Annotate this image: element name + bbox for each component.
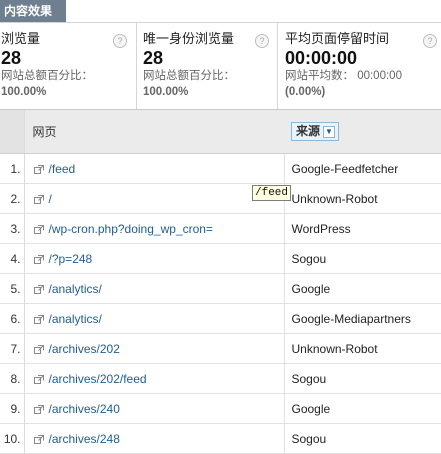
metric-sub-label: 网站平均数： 00:00:00 [285,70,402,82]
page-link[interactable]: /archives/240 [49,402,120,416]
metric-sub-label: 网站总额百分比： [143,70,235,82]
external-link-icon[interactable] [33,224,44,234]
source-cell: Google [284,393,441,424]
row-index: 8. [0,363,25,394]
external-link-icon[interactable] [33,194,44,204]
page-link[interactable]: /feed [49,162,76,176]
row-index: 3. [0,213,25,244]
tab-content-performance[interactable]: 内容效果 [0,0,66,22]
metric-sub-value: 100.00% [1,86,47,98]
external-link-icon[interactable] [33,374,44,384]
help-icon[interactable]: ? [423,34,437,48]
row-index: 9. [0,393,25,424]
page-cell: /wp-cron.php?doing_wp_cron= [24,213,285,244]
external-link-icon[interactable] [33,434,44,444]
source-cell: Google [284,273,441,304]
row-index: 4. [0,243,25,274]
table-body: 1./feed Google-Feedfetcher 2. / Unknown-Robo… [0,153,441,454]
header-source: 来源 ▼ [284,110,441,154]
metric-sub-label: 网站总额百分比： [1,70,93,82]
source-cell: WordPress [284,213,441,244]
table-row: 3. /wp-cron.php?doing_wp_cron= WordPress [0,213,441,244]
source-cell: Sogou [284,423,441,454]
page-cell: /archives/202/feed [24,363,285,394]
top-bar: 内容效果 [0,0,441,23]
external-link-icon[interactable] [33,254,44,264]
source-cell: Sogou [284,363,441,394]
metric-sub-value: 100.00% [143,86,189,98]
table-row: 4. /?p=248 Sogou [0,243,441,274]
metric-sub-value: (0.00%) [285,86,326,98]
row-index: 2. [0,183,25,214]
metric-title: 平均页面停留时间 [285,31,390,46]
page-cell: /feed [24,153,285,184]
page-link[interactable]: /wp-cron.php?doing_wp_cron= [49,222,213,236]
external-link-icon[interactable] [33,314,44,324]
header-page[interactable]: 网页 [24,110,284,154]
help-icon[interactable]: ? [255,34,269,48]
page-link[interactable]: /archives/202 [49,342,120,356]
source-cell: Google-Feedfetcher [284,153,441,184]
row-index: 1. [0,153,25,184]
source-cell: Unknown-Robot [284,333,441,364]
table-row: 8. /archives/202/feed Sogou [0,363,441,394]
table-row: 1. /feed Google-Feedfetcher [0,153,441,184]
page-cell: /analytics/ [24,273,285,304]
source-cell: Unknown-Robot [284,183,441,214]
metric-value: 28 [1,48,22,68]
chevron-down-icon[interactable]: ▼ [323,126,336,138]
page-cell: /archives/202 [24,333,285,364]
metric-avg-time-on-page: 平均页面停留时间 00:00:00 网站平均数： 00:00:00 (0.00%… [278,23,441,109]
page-cell: /?p=248 [24,243,285,274]
row-index: 10. [0,423,25,454]
page-link[interactable]: /archives/248 [49,432,120,446]
source-dimension-button[interactable]: 来源 ▼ [291,122,340,141]
table-row: 5. /analytics/Google [0,273,441,304]
row-index: 6. [0,303,25,334]
source-cell: Sogou [284,243,441,274]
table-row: 10. /archives/248 Sogou [0,423,441,454]
table-row: 9. /archives/240 Google [0,393,441,424]
source-label: 来源 [296,124,321,138]
help-icon[interactable]: ? [113,34,127,48]
tooltip: /feed [252,185,292,201]
page-link[interactable]: /analytics/ [49,312,102,326]
metric-value: 28 [143,48,164,68]
metrics-summary: 浏览量 28 网站总额百分比： 100.00% ? 唯一身份浏览量 28 网站总… [0,23,441,110]
header-index-cell [0,110,25,154]
table-row: 2. / Unknown-Robot [0,183,441,214]
metric-pageviews: 浏览量 28 网站总额百分比： 100.00% ? [0,23,137,109]
page-link[interactable]: / [49,192,52,206]
table-row: 6. /analytics/Google-Mediapartners [0,303,441,334]
page-cell: /archives/240 [24,393,285,424]
table-header: 网页 来源 ▼ [0,110,441,154]
page-link[interactable]: /?p=248 [49,252,93,266]
table-row: 7. /archives/202 Unknown-Robot [0,333,441,364]
external-link-icon[interactable] [33,404,44,414]
page-cell: /analytics/ [24,303,285,334]
page-link[interactable]: /archives/202/feed [49,372,147,386]
external-link-icon[interactable] [33,284,44,294]
source-cell: Google-Mediapartners [284,303,441,334]
external-link-icon[interactable] [33,164,44,174]
page-cell: /archives/248 [24,423,285,454]
metric-unique-pageviews: 唯一身份浏览量 28 网站总额百分比： 100.00% ? [137,23,278,109]
page-link[interactable]: /analytics/ [49,282,102,296]
external-link-icon[interactable] [33,344,44,354]
metric-value: 00:00:00 [285,48,358,68]
page-cell: / [24,183,285,214]
row-index: 5. [0,273,25,304]
row-index: 7. [0,333,25,364]
content-table: 网页 来源 ▼ 1./feed Google-Feedfetcher 2. / Unkno… [0,110,441,454]
